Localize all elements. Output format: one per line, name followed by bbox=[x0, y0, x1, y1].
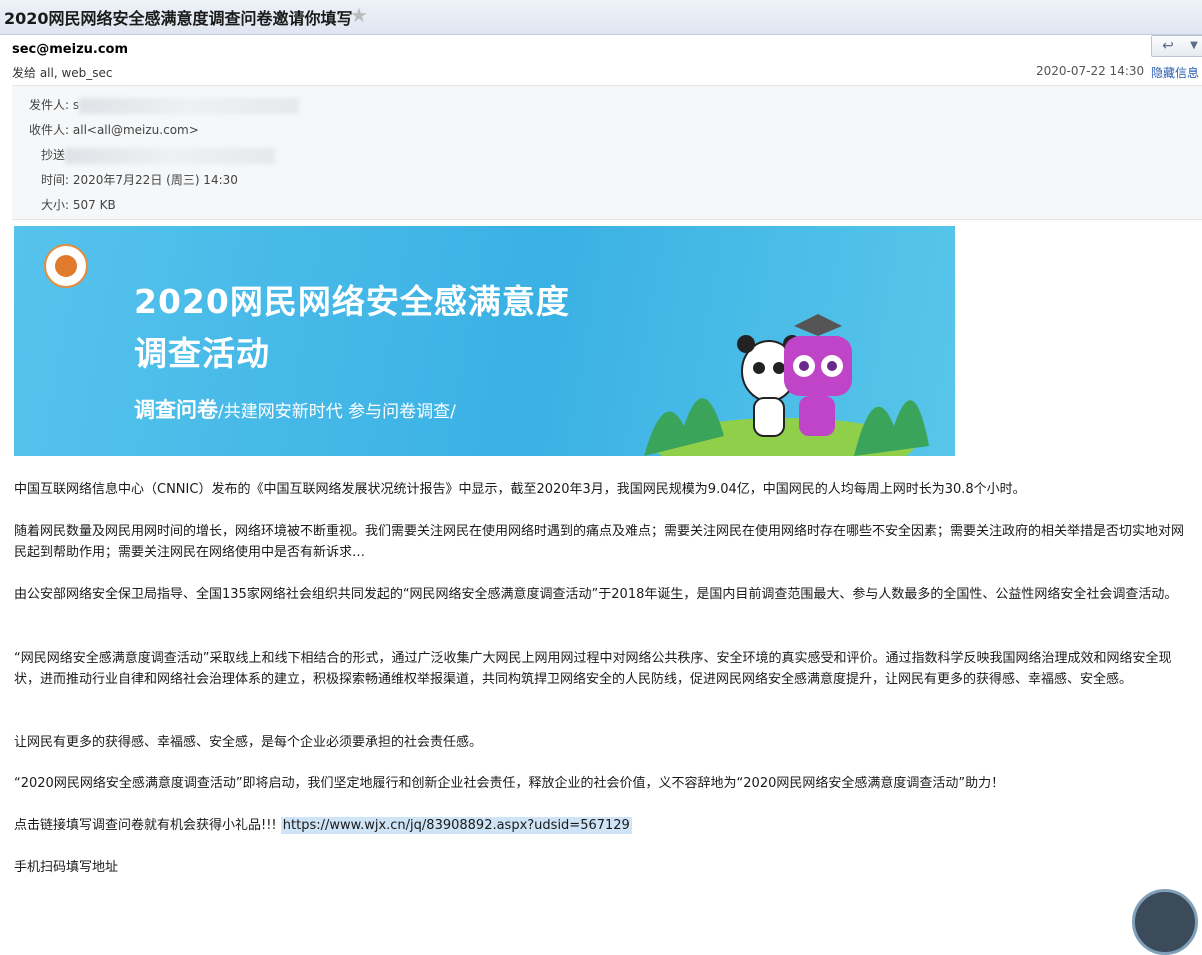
email-subject: 2020网民网络安全感满意度调查问卷邀请你填写 bbox=[4, 9, 353, 28]
survey-link[interactable]: https://www.wjx.cn/jq/83908892.aspx?udsi… bbox=[280, 817, 632, 834]
banner-subtitle-rest: /共建网安新时代 参与问卷调查/ bbox=[218, 402, 456, 422]
star-icon[interactable]: ★ bbox=[350, 3, 368, 27]
banner-subtitle-bold: 调查问卷 bbox=[134, 398, 218, 422]
logo bbox=[44, 244, 88, 288]
paragraph-4: “网民网络安全感满意度调查活动”采取线上和线下相结合的形式，通过广泛收集广大网民… bbox=[14, 651, 1172, 687]
more-options-button[interactable]: ▼ bbox=[1184, 35, 1202, 57]
recipient-value[interactable]: all<all@meizu.com> bbox=[73, 123, 199, 137]
redaction bbox=[79, 97, 300, 114]
paragraph-5: 让网民有更多的获得感、幸福感、安全感，是每个企业必须要承担的社会责任感。 bbox=[14, 735, 483, 750]
size-label: 大小: bbox=[41, 198, 70, 212]
paragraph-2: 随着网民数量及网民用网时间的增长，网络环境被不断重视。我们需要关注网民在使用网络… bbox=[14, 524, 1185, 560]
paragraph-3: 由公安部网络安全保卫局指导、全国135家网络社会组织共同发起的“网民网络安全感满… bbox=[14, 587, 1178, 602]
banner-subtitle: 调查问卷/共建网安新时代 参与问卷调查/ bbox=[134, 394, 456, 424]
paragraph-1: 中国互联网络信息中心（CNNIC）发布的《中国互联网络发展状况统计报告》中显示，… bbox=[14, 482, 1026, 497]
sender-row: 发件人: s bbox=[29, 96, 300, 114]
recipient-label: 收件人: bbox=[29, 123, 70, 137]
reply-button[interactable]: ↩ bbox=[1151, 35, 1185, 57]
mascot-illustration bbox=[644, 314, 929, 456]
banner-title: 2020网民网络安全感满意度 调查活动 bbox=[134, 276, 570, 380]
recipient-summary: 发给 all, web_sec bbox=[12, 66, 113, 80]
redaction bbox=[65, 147, 276, 164]
email-date: 2020-07-22 14:30 bbox=[1036, 64, 1145, 78]
survey-banner-image: 2020网民网络安全感满意度 调查活动 调查问卷/共建网安新时代 参与问卷调查/ bbox=[14, 226, 955, 456]
floating-widget[interactable] bbox=[1132, 889, 1198, 955]
link-prompt: 点击链接填写调查问卷就有机会获得小礼品!!! bbox=[14, 818, 277, 833]
size-value: 507 KB bbox=[72, 198, 116, 212]
time-row: 时间: 2020年7月22日 (周三) 14:30 bbox=[41, 171, 238, 188]
subject-bar: 2020网民网络安全感满意度调查问卷邀请你填写 ★ bbox=[0, 0, 1202, 35]
email-header: sec@meizu.com 发给 all, web_sec 2020-07-22… bbox=[0, 35, 1202, 85]
paragraph-7: 点击链接填写调查问卷就有机会获得小礼品!!! https://www.wjx.c… bbox=[14, 815, 1194, 836]
banner-title-line2: 调查活动 bbox=[134, 334, 270, 373]
cc-row: 抄送 bbox=[41, 146, 276, 164]
time-value: 2020年7月22日 (周三) 14:30 bbox=[72, 173, 238, 187]
time-label: 时间: bbox=[41, 173, 70, 187]
sender-label: 发件人: bbox=[29, 98, 70, 112]
email-details-panel: 发件人: s 收件人: all<all@meizu.com> 抄送 时间: 20… bbox=[12, 85, 1202, 220]
paragraph-8: 手机扫码填写地址 bbox=[14, 860, 119, 875]
paragraph-6: “2020网民网络安全感满意度调查活动”即将启动，我们坚定地履行和创新企业社会责… bbox=[14, 776, 1005, 791]
sender-address[interactable]: sec@meizu.com bbox=[12, 42, 128, 57]
chevron-down-icon: ▼ bbox=[1190, 40, 1198, 51]
cc-label: 抄送 bbox=[41, 148, 66, 162]
reply-icon: ↩ bbox=[1162, 38, 1174, 54]
hide-info-link[interactable]: 隐藏信息 bbox=[1151, 64, 1199, 81]
banner-title-line1: 2020网民网络安全感满意度 bbox=[134, 282, 570, 321]
size-row: 大小: 507 KB bbox=[41, 196, 116, 213]
recipient-row: 收件人: all<all@meizu.com> bbox=[29, 121, 199, 138]
